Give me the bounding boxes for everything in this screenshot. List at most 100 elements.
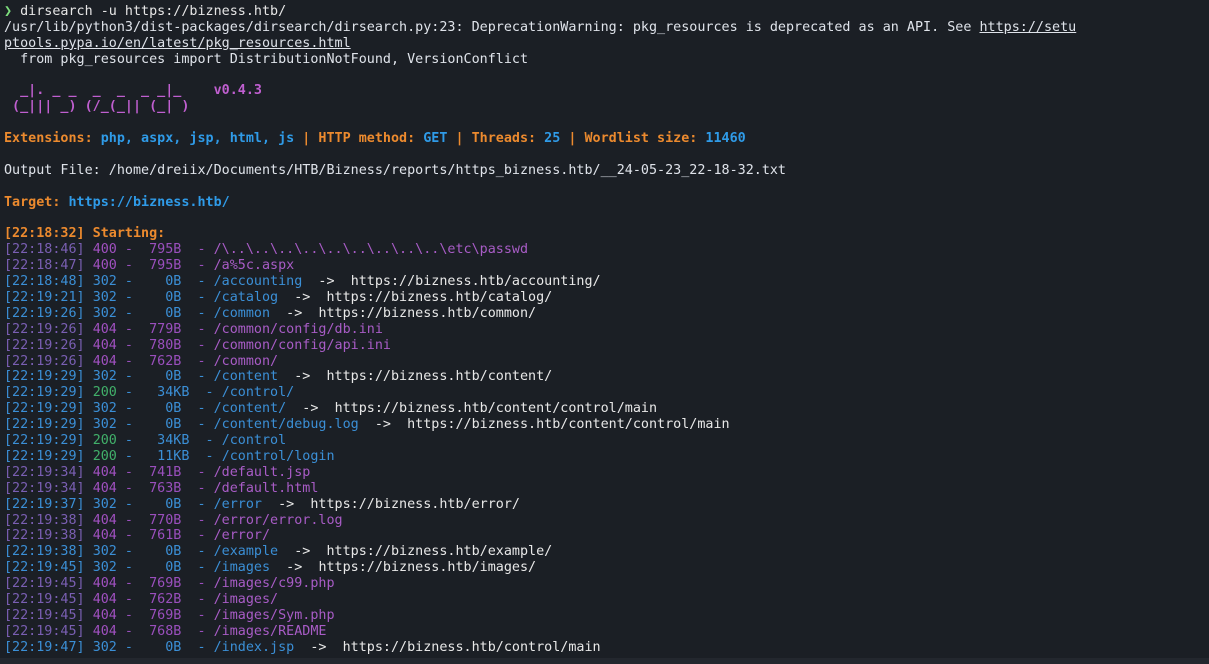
result-status: 302: [92, 274, 117, 290]
result-status: 400: [92, 242, 117, 258]
result-row: [22:19:29] 302 - 0B - /content/ -> https…: [4, 401, 658, 417]
result-size: 741B: [141, 464, 182, 480]
result-status: 200: [92, 433, 117, 449]
result-path: /default.html: [213, 480, 319, 496]
banner-line-2: (_||| _) (/_(_|| (_| ): [4, 99, 190, 115]
warning-line-2: ptools.pypa.io/en/latest/pkg_resources.h…: [4, 36, 1205, 52]
result-status: 302: [92, 496, 117, 512]
result-size: 0B: [141, 274, 182, 290]
result-timestamp: [22:19:26]: [4, 337, 85, 353]
result-status: 404: [92, 528, 117, 544]
starting-line: [22:18:32] Starting:: [4, 226, 166, 242]
result-path: /default.jsp: [213, 464, 311, 480]
result-row: [22:19:29] 302 - 0B - /content/debug.log…: [4, 417, 730, 433]
result-row: [22:19:29] 200 - 34KB - /control: [4, 433, 287, 449]
result-status: 302: [92, 290, 117, 306]
result-path: /index.jsp: [213, 639, 295, 655]
result-redirect: https://bizness.htb/content/control/main: [334, 401, 658, 417]
result-path: /catalog: [213, 290, 279, 306]
result-path: /\..\..\..\..\..\..\..\..\..\etc\passwd: [213, 242, 529, 258]
result-redirect: https://bizness.htb/example/: [326, 544, 553, 560]
result-size: 795B: [141, 258, 182, 274]
result-row: [22:19:29] 200 - 34KB - /control/: [4, 385, 295, 401]
result-path: /common: [213, 305, 271, 321]
warning-link-continued[interactable]: ptools.pypa.io/en/latest/pkg_resources.h…: [4, 36, 351, 51]
results-list: [22:18:46] 400 - 795B - /\..\..\..\..\..…: [4, 242, 1205, 655]
config-line: Extensions: php, aspx, jsp, html, js | H…: [4, 131, 746, 147]
result-timestamp: [22:19:47]: [4, 639, 85, 655]
result-size: 0B: [141, 496, 182, 512]
result-path: /error/: [213, 528, 271, 544]
result-path: /error: [213, 496, 262, 512]
result-row: [22:19:38] 302 - 0B - /example -> https:…: [4, 544, 553, 560]
result-status: 302: [92, 544, 117, 560]
result-row: [22:19:34] 404 - 763B - /default.html: [4, 480, 319, 496]
result-timestamp: [22:19:26]: [4, 321, 85, 337]
result-status: 200: [92, 448, 117, 464]
result-row: [22:19:26] 404 - 762B - /common/: [4, 353, 279, 369]
result-size: 11KB: [141, 448, 190, 464]
result-timestamp: [22:19:45]: [4, 576, 85, 592]
result-timestamp: [22:19:37]: [4, 496, 85, 512]
result-row: [22:18:46] 400 - 795B - /\..\..\..\..\..…: [4, 242, 529, 258]
result-size: 768B: [141, 623, 182, 639]
result-timestamp: [22:18:48]: [4, 274, 85, 290]
result-size: 770B: [141, 512, 182, 528]
result-path: /a%5c.aspx: [213, 258, 295, 274]
result-redirect: https://bizness.htb/catalog/: [326, 290, 553, 306]
result-size: 795B: [141, 242, 182, 258]
result-status: 404: [92, 623, 117, 639]
result-row: [22:19:26] 404 - 779B - /common/config/d…: [4, 321, 383, 337]
status-bar: [0, 658, 1209, 664]
result-row: [22:19:29] 200 - 11KB - /control/login: [4, 448, 335, 464]
result-row: [22:19:26] 302 - 0B - /common -> https:/…: [4, 305, 537, 321]
warning-line-3: from pkg_resources import DistributionNo…: [4, 51, 529, 67]
result-status: 404: [92, 576, 117, 592]
result-timestamp: [22:19:45]: [4, 607, 85, 623]
result-timestamp: [22:19:38]: [4, 512, 85, 528]
result-redirect: https://bizness.htb/common/: [318, 305, 537, 321]
result-size: 769B: [141, 576, 182, 592]
result-path: /control: [221, 433, 287, 449]
result-size: 762B: [141, 353, 182, 369]
result-row: [22:19:45] 302 - 0B - /images -> https:/…: [4, 560, 537, 576]
result-row: [22:19:47] 302 - 0B - /index.jsp -> http…: [4, 639, 601, 655]
result-timestamp: [22:18:46]: [4, 242, 85, 258]
result-timestamp: [22:19:34]: [4, 464, 85, 480]
result-status: 404: [92, 464, 117, 480]
result-redirect: https://bizness.htb/error/: [310, 496, 520, 512]
result-path: /images/c99.php: [213, 576, 335, 592]
result-size: 0B: [141, 290, 182, 306]
result-timestamp: [22:19:29]: [4, 401, 85, 417]
result-path: /error/error.log: [213, 512, 343, 528]
result-status: 404: [92, 353, 117, 369]
result-timestamp: [22:19:21]: [4, 290, 85, 306]
result-status: 302: [92, 401, 117, 417]
result-timestamp: [22:18:47]: [4, 258, 85, 274]
terminal-output[interactable]: ❯ dirsearch -u https://bizness.htb/ /usr…: [4, 4, 1205, 656]
result-path: /accounting: [213, 274, 303, 290]
result-path: /common/config/db.ini: [213, 321, 383, 337]
result-row: [22:19:38] 404 - 761B - /error/: [4, 528, 271, 544]
prompt-arrow-icon: ❯: [4, 4, 13, 19]
warning-link[interactable]: https://setu: [979, 20, 1076, 35]
result-row: [22:19:37] 302 - 0B - /error -> https://…: [4, 496, 520, 512]
result-timestamp: [22:19:45]: [4, 591, 85, 607]
result-row: [22:19:38] 404 - 770B - /error/error.log: [4, 512, 343, 528]
result-size: 761B: [141, 528, 182, 544]
result-path: /content: [213, 369, 279, 385]
result-row: [22:19:45] 404 - 768B - /images/README: [4, 623, 327, 639]
result-path: /images/README: [213, 623, 327, 639]
result-timestamp: [22:19:29]: [4, 433, 85, 449]
result-size: 762B: [141, 591, 182, 607]
result-timestamp: [22:19:38]: [4, 528, 85, 544]
result-status: 302: [92, 305, 117, 321]
result-status: 404: [92, 607, 117, 623]
result-size: 769B: [141, 607, 182, 623]
result-size: 0B: [141, 369, 182, 385]
result-path: /images/: [213, 591, 279, 607]
result-timestamp: [22:19:29]: [4, 385, 85, 401]
result-timestamp: [22:19:26]: [4, 305, 85, 321]
result-redirect: https://bizness.htb/images/: [318, 560, 537, 576]
result-path: /images: [213, 560, 271, 576]
